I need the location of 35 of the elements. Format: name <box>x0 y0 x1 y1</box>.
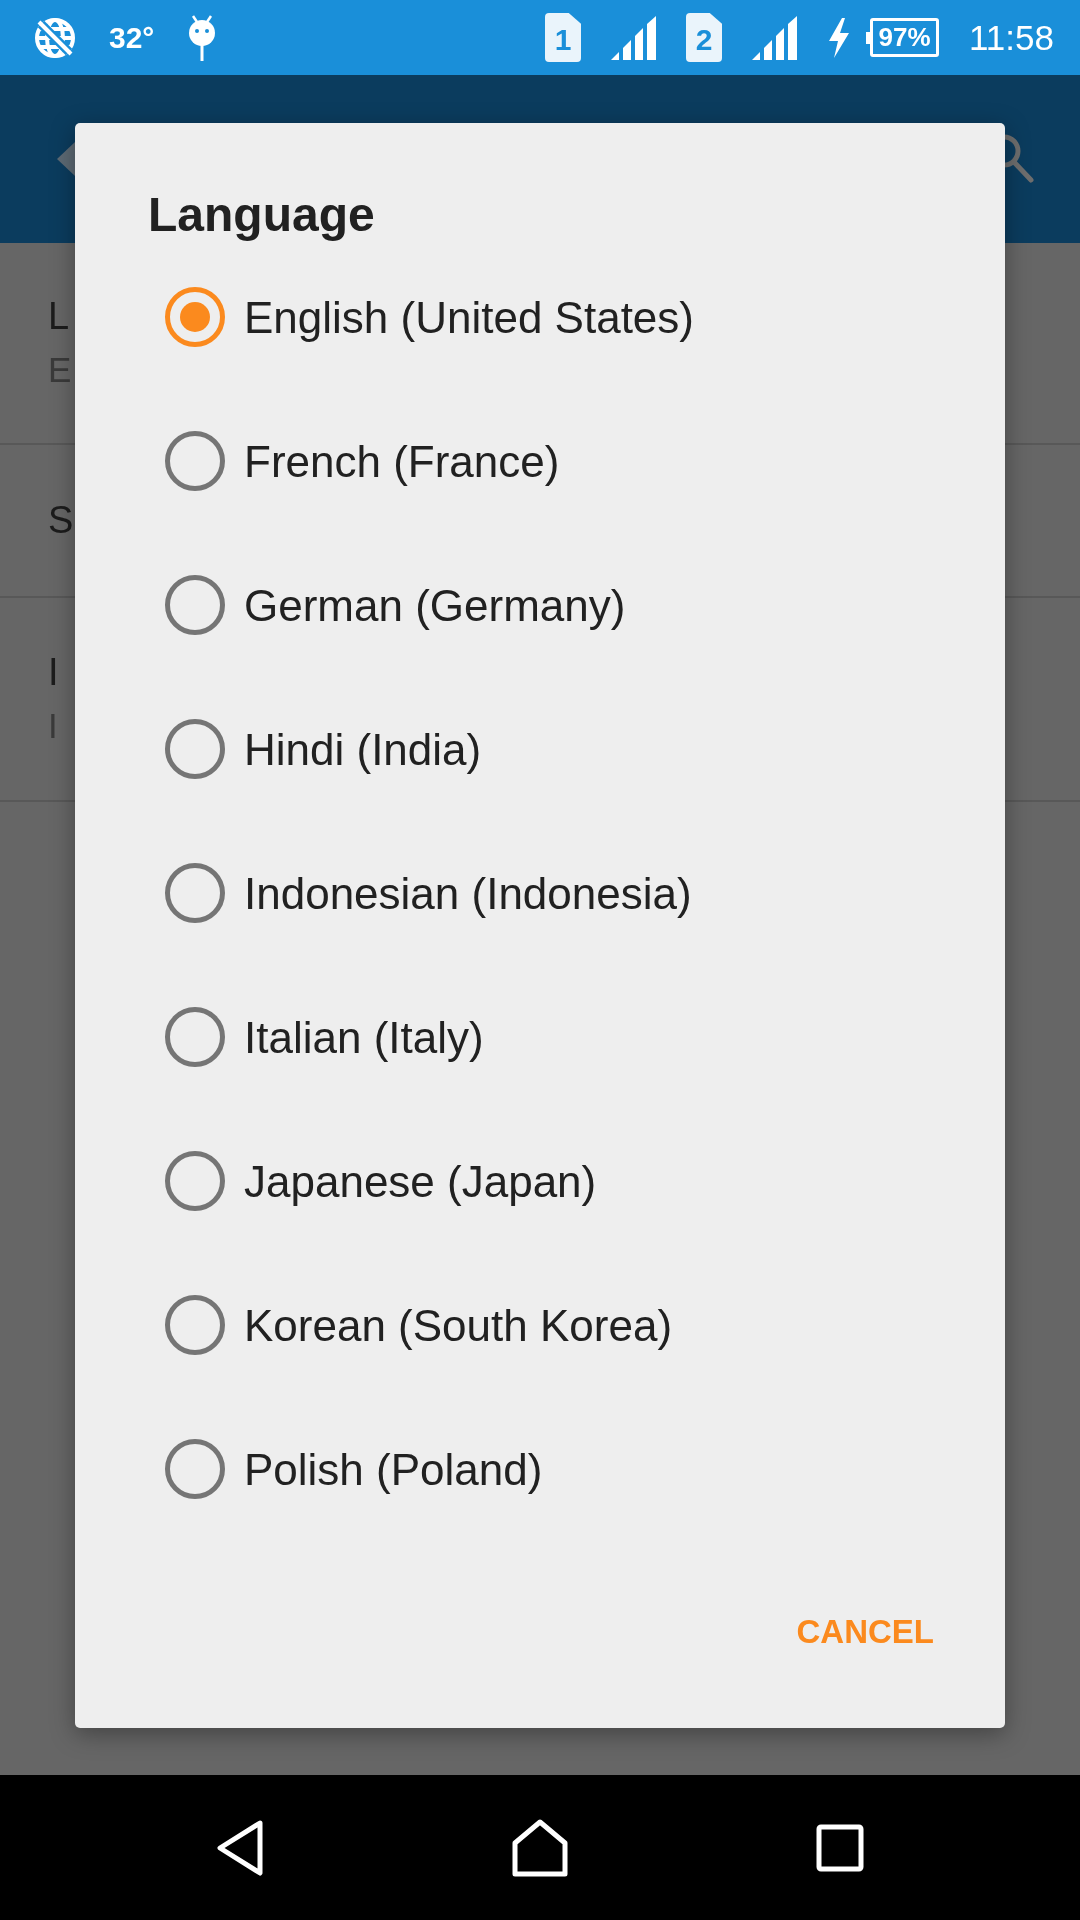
temperature-text: 32° <box>109 20 155 55</box>
option-label[interactable]: Polish (Poland) <box>244 1442 543 1496</box>
radio-button[interactable] <box>165 1007 225 1067</box>
option-label[interactable]: German (Germany) <box>244 578 626 632</box>
battery-indicator: 97% <box>866 18 939 57</box>
back-icon[interactable] <box>216 1819 264 1876</box>
option-label[interactable]: Hindi (India) <box>244 722 482 776</box>
signal-icon <box>611 15 656 60</box>
search-icon[interactable] <box>1004 134 1034 184</box>
radio-button[interactable] <box>165 719 225 779</box>
home-icon[interactable] <box>511 1818 569 1877</box>
setting-title: I <box>48 650 59 695</box>
dialog-title: Language <box>148 187 375 243</box>
option-label[interactable]: Italian (Italy) <box>244 1010 484 1064</box>
radio-button[interactable] <box>165 863 225 923</box>
signal-icon <box>752 15 797 60</box>
radio-button[interactable] <box>165 1151 225 1211</box>
radio-button[interactable] <box>165 1295 225 1355</box>
recent-apps-icon[interactable] <box>816 1823 864 1872</box>
option-label[interactable]: English (United States) <box>244 290 694 344</box>
clock-time: 11:58 <box>969 17 1054 58</box>
option-label[interactable]: Japanese (Japan) <box>244 1154 597 1208</box>
radio-button[interactable] <box>165 431 225 491</box>
setting-title: L <box>48 294 70 339</box>
option-label[interactable]: French (France) <box>244 434 560 488</box>
setting-title: S <box>48 498 74 543</box>
crossed-globe-icon <box>33 15 77 60</box>
back-arrow-icon[interactable] <box>57 142 75 176</box>
sim-card: 1 <box>545 13 581 62</box>
radio-button[interactable] <box>165 575 225 635</box>
sim-card: 2 <box>686 13 722 62</box>
radio-button[interactable] <box>165 1439 225 1499</box>
option-label[interactable]: Indonesian (Indonesia) <box>244 866 692 920</box>
radio-button[interactable] <box>165 287 225 347</box>
option-label[interactable]: Korean (South Korea) <box>244 1298 673 1352</box>
